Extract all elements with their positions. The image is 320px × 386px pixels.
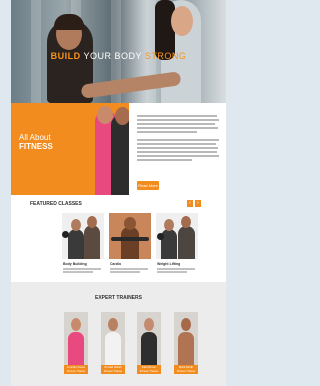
featured-classes-title: FEATURED CLASSES <box>30 201 82 207</box>
text-line <box>110 268 148 270</box>
trainer-photo <box>137 312 161 365</box>
trainer-label: Ronald Walsh Fitness Trainer <box>101 365 125 374</box>
trainer-card[interactable]: Jennifer Jones Fitness Trainer <box>64 312 88 374</box>
trainer-label: Kate Brown Fitness Trainer <box>137 365 161 374</box>
trainer-photo <box>174 312 198 365</box>
class-name[interactable]: Body Building <box>63 262 87 266</box>
about-title-line1: All About <box>19 133 51 142</box>
trainer-photo <box>101 312 125 365</box>
trainer-photo <box>64 312 88 365</box>
expert-trainers-title: EXPERT TRAINERS <box>95 295 142 301</box>
text-line <box>63 271 93 273</box>
text-line <box>157 268 195 270</box>
trainers-section: EXPERT TRAINERS Jennifer Jones Fitness T… <box>11 282 226 386</box>
class-card-image[interactable] <box>62 213 104 259</box>
text-line <box>137 127 218 129</box>
text-line <box>137 115 217 117</box>
about-body-text <box>137 115 219 163</box>
trainer-label: Jennifer Jones Fitness Trainer <box>64 365 88 374</box>
trainer-role: Fitness Trainer <box>66 369 86 373</box>
trainer-card[interactable]: Mark Smith Fitness Trainer <box>174 312 198 374</box>
hero-headline-part1: BUILD <box>50 51 81 61</box>
text-line <box>137 155 219 157</box>
about-title-line2: FITNESS <box>19 142 53 151</box>
class-name[interactable]: Cardio <box>110 262 121 266</box>
about-title: All About FITNESS <box>19 133 53 151</box>
trainer-card[interactable]: Kate Brown Fitness Trainer <box>137 312 161 374</box>
text-line <box>137 159 192 161</box>
text-line <box>63 268 101 270</box>
trainer-role: Fitness Trainer <box>103 369 123 373</box>
text-line <box>137 119 219 121</box>
carousel-next-button[interactable]: › <box>195 200 201 207</box>
about-man-image <box>111 115 129 195</box>
text-line <box>137 123 215 125</box>
text-line <box>137 147 218 149</box>
about-man-head <box>115 107 129 125</box>
text-line <box>137 151 217 153</box>
hero-woman-face <box>171 6 193 36</box>
hero-headline-part3: STRONG <box>144 51 187 61</box>
text-line <box>137 131 197 133</box>
class-name[interactable]: Weight Lifting <box>157 262 180 266</box>
trainer-role: Fitness Trainer <box>176 369 196 373</box>
about-section: All About FITNESS Read More <box>11 103 226 195</box>
class-card-image[interactable] <box>109 213 151 259</box>
text-line <box>110 271 140 273</box>
hero-banner: BUILD YOUR BODY STRONG <box>11 0 226 103</box>
text-line <box>137 143 216 145</box>
trainer-role: Fitness Trainer <box>139 369 159 373</box>
page: BUILD YOUR BODY STRONG All About FITNESS <box>11 0 226 386</box>
hero-headline: BUILD YOUR BODY STRONG <box>11 51 226 61</box>
read-more-button[interactable]: Read More <box>137 181 159 190</box>
text-line <box>157 271 187 273</box>
trainer-card[interactable]: Ronald Walsh Fitness Trainer <box>101 312 125 374</box>
hero-headline-part2: YOUR BODY <box>83 51 142 61</box>
text-line <box>137 139 219 141</box>
about-image-panel: All About FITNESS <box>11 103 129 195</box>
class-card-image[interactable] <box>156 213 198 259</box>
carousel-prev-button[interactable]: ‹ <box>187 200 193 207</box>
hero-trainer-hair <box>54 14 84 30</box>
trainer-label: Mark Smith Fitness Trainer <box>174 365 198 374</box>
